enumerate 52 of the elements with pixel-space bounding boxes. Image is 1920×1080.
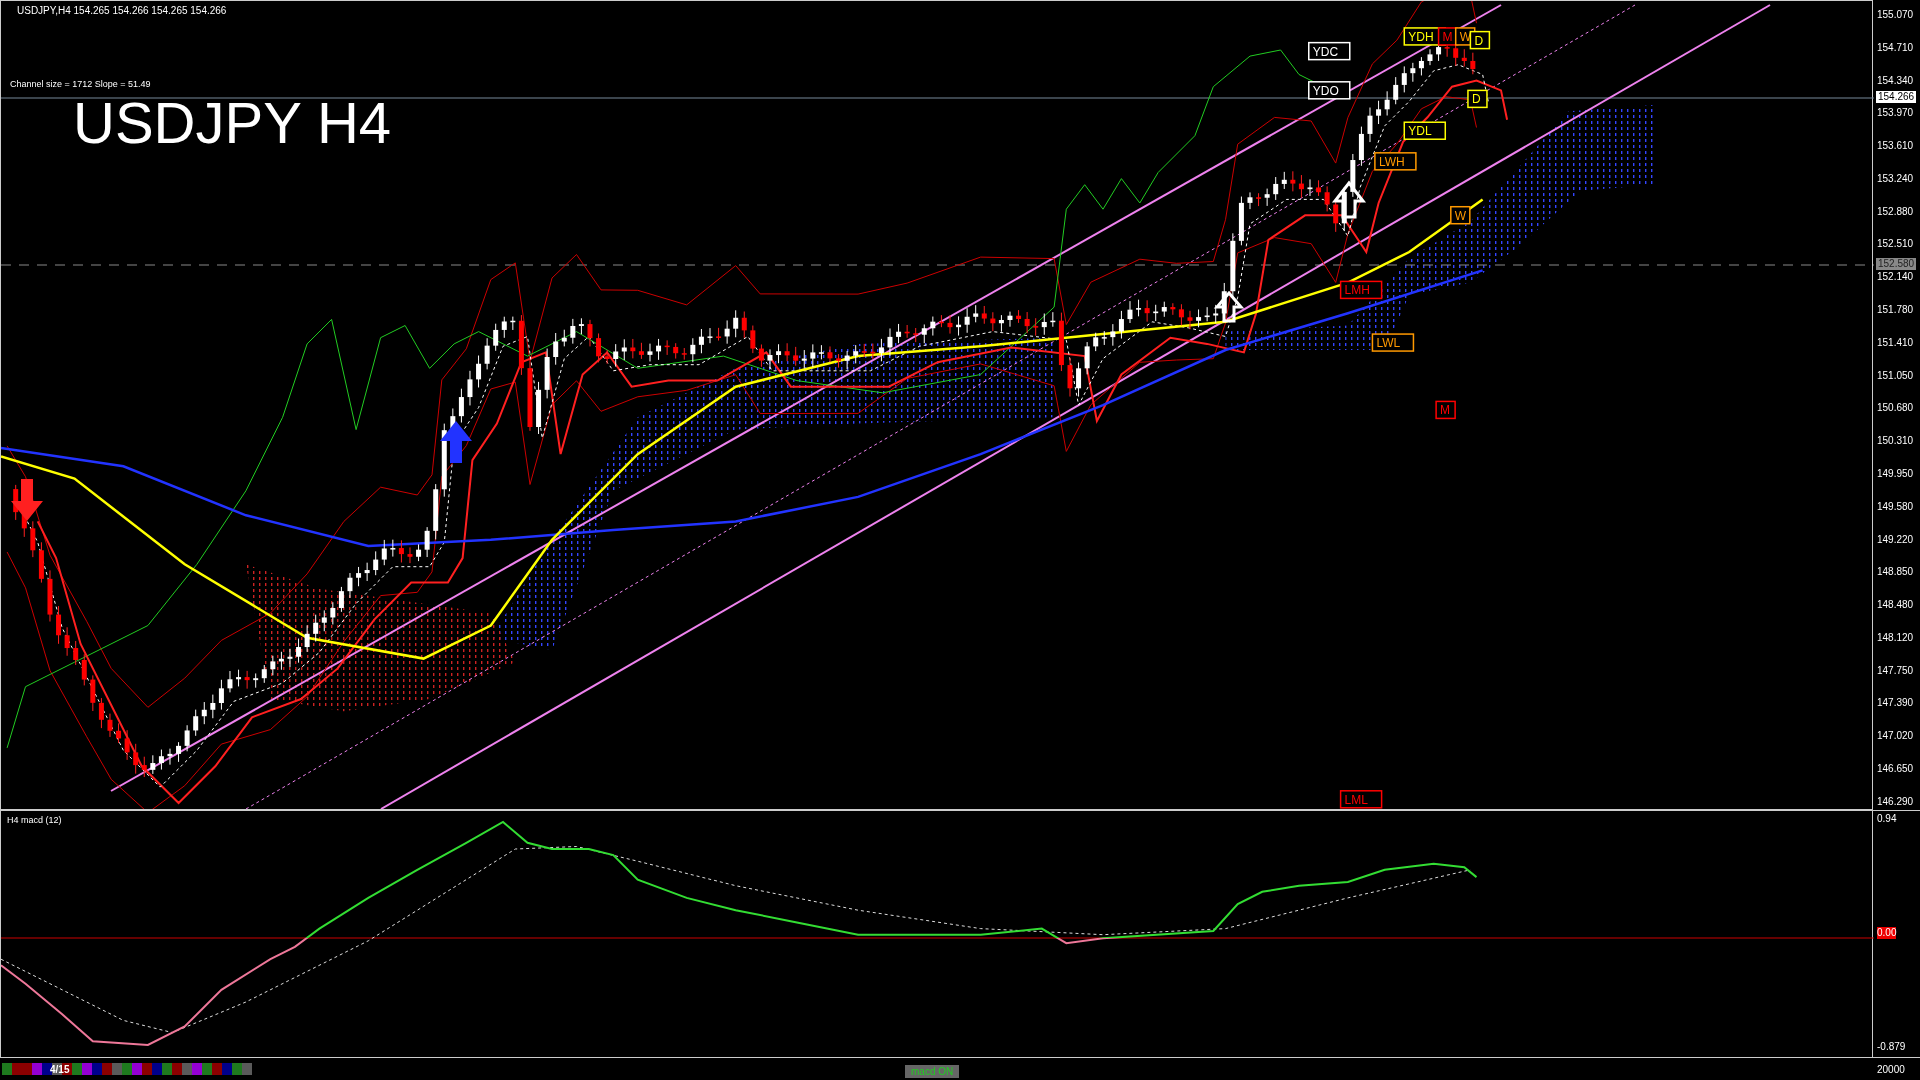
price-tick: 149.220 [1877, 533, 1915, 546]
channel-info: Channel size = 1712 Slope = 51.49 [10, 79, 151, 89]
price-tick: 148.480 [1877, 599, 1915, 612]
price-tick: 152.140 [1877, 271, 1915, 284]
price-tick: 151.780 [1877, 304, 1915, 317]
macd-tick: 0.94 [1877, 813, 1898, 825]
level-tag: LML [1339, 790, 1383, 809]
reference-price: 152.580 [1876, 258, 1917, 270]
price-tick: 149.580 [1877, 500, 1915, 513]
price-tick: 150.310 [1877, 435, 1915, 448]
price-tick: 153.970 [1877, 107, 1915, 120]
price-tick: 154.340 [1877, 74, 1915, 87]
level-tag: LWH [1374, 152, 1417, 171]
indicator-label: H4 macd (12) [7, 815, 62, 825]
price-tick: 148.120 [1877, 631, 1915, 644]
volume-scale: 20000 [1877, 1063, 1905, 1075]
price-tick: 146.290 [1877, 795, 1915, 808]
price-tick: 150.680 [1877, 402, 1915, 415]
price-tick: 147.750 [1877, 664, 1915, 677]
price-tick: 147.020 [1877, 730, 1915, 743]
up-arrow-icon [1331, 180, 1367, 219]
price-tick: 152.880 [1877, 205, 1915, 218]
macd-tick: -0.879 [1877, 1041, 1907, 1053]
macd-toggle[interactable]: macd ON [905, 1065, 960, 1078]
level-tag: YDC [1308, 41, 1351, 61]
level-tag: LMH [1339, 280, 1383, 300]
price-tick: 155.070 [1877, 9, 1915, 21]
price-tick: 146.650 [1877, 762, 1915, 775]
page-counter: 4/15 [50, 1063, 70, 1075]
level-tag: M [1435, 400, 1456, 420]
level-tag: W [1450, 205, 1471, 225]
price-tick: 151.410 [1877, 336, 1915, 349]
price-tick: 153.610 [1877, 140, 1915, 153]
macd-tick: 0.00 [1877, 927, 1897, 939]
level-tag: LWL [1371, 333, 1415, 352]
price-tick: 152.510 [1877, 238, 1915, 251]
price-tick: 151.050 [1877, 369, 1915, 382]
up-arrow-icon [440, 421, 472, 463]
level-tag: YDO [1308, 81, 1351, 100]
level-tag: D [1469, 30, 1491, 50]
chart-title: USDJPY H4 [73, 94, 392, 152]
price-tick: 147.390 [1877, 697, 1915, 710]
up-arrow-icon [1213, 290, 1245, 323]
level-tag: YDL [1403, 121, 1447, 140]
symbol-quote: USDJPY,H4 154.265 154.266 154.265 154.266 [17, 5, 227, 16]
price-tick: 153.240 [1877, 172, 1915, 185]
down-arrow-icon [11, 479, 43, 521]
price-tick: 149.950 [1877, 467, 1915, 480]
price-tick: 154.710 [1877, 41, 1915, 54]
current-price: 154.266 [1876, 91, 1917, 103]
price-tick: 148.850 [1877, 566, 1915, 579]
level-tag: D [1467, 89, 1488, 109]
